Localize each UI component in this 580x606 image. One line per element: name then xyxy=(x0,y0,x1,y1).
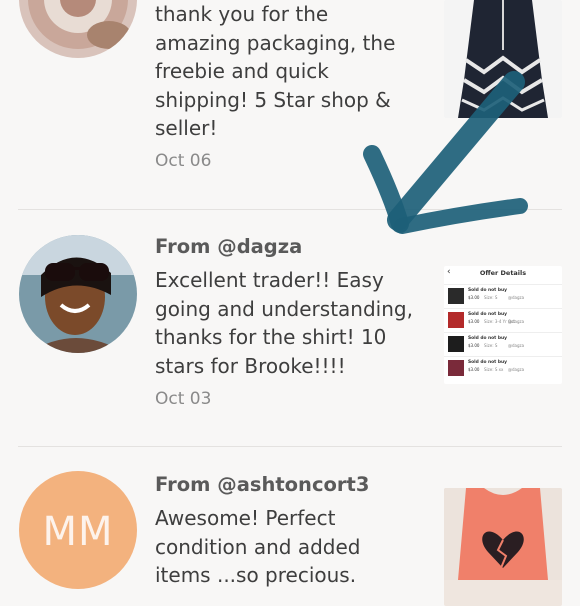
avatar-initials: MM xyxy=(42,509,114,555)
item-price: $3.00 xyxy=(468,295,480,300)
list-item: Sold do not buy $3.00 Size: 3-4 Yr Oct @… xyxy=(444,308,562,331)
item-image xyxy=(448,288,464,304)
offer-details-thumbnail[interactable]: ‹ Offer Details Sold do not buy $3.00 Si… xyxy=(444,266,562,384)
list-item: Sold do not buy $3.00 Size: S @dagza xyxy=(444,332,562,355)
review-text: Excellent trader!! Easy going and unders… xyxy=(155,268,413,378)
review-author[interactable]: From @dagza xyxy=(155,235,302,258)
divider xyxy=(18,446,562,447)
item-size: Size: S xx xyxy=(484,367,504,372)
item-title: Sold do not buy xyxy=(468,312,507,317)
offer-details-title: Offer Details xyxy=(479,269,527,277)
item-user: @dagza xyxy=(508,319,525,324)
item-size: Size: S xyxy=(484,343,498,348)
avatar[interactable] xyxy=(19,235,137,353)
divider xyxy=(18,209,562,210)
avatar[interactable]: MM xyxy=(19,471,137,589)
review-date: Oct 03 xyxy=(155,389,212,409)
review-date: Oct 06 xyxy=(155,151,212,171)
item-title: Sold do not buy xyxy=(468,288,507,293)
review-text: thank you for the amazing packaging, the… xyxy=(155,2,396,140)
item-price: $3.00 xyxy=(468,367,480,372)
item-user: @dagza xyxy=(508,367,525,372)
item-title: Sold do not buy xyxy=(468,360,507,365)
avatar[interactable] xyxy=(19,0,137,58)
listing-thumbnail[interactable] xyxy=(444,0,562,118)
item-price: $3.00 xyxy=(468,343,480,348)
list-item: Sold do not buy $3.00 Size: S xx @dagza xyxy=(444,356,562,379)
review-author[interactable]: From @ashtoncort3 xyxy=(155,473,369,496)
listing-thumbnail[interactable] xyxy=(444,488,562,606)
item-image xyxy=(448,312,464,328)
item-title: Sold do not buy xyxy=(468,336,507,341)
review-text: Awesome! Perfect condition and added ite… xyxy=(155,506,361,587)
item-user: @dagza xyxy=(508,295,525,300)
list-item: Sold do not buy $3.00 Size: S @dagza xyxy=(444,284,562,307)
item-image xyxy=(448,336,464,352)
item-size: Size: S xyxy=(484,295,498,300)
item-price: $3.00 xyxy=(468,319,480,324)
item-user: @dagza xyxy=(508,343,525,348)
item-image xyxy=(448,360,464,376)
